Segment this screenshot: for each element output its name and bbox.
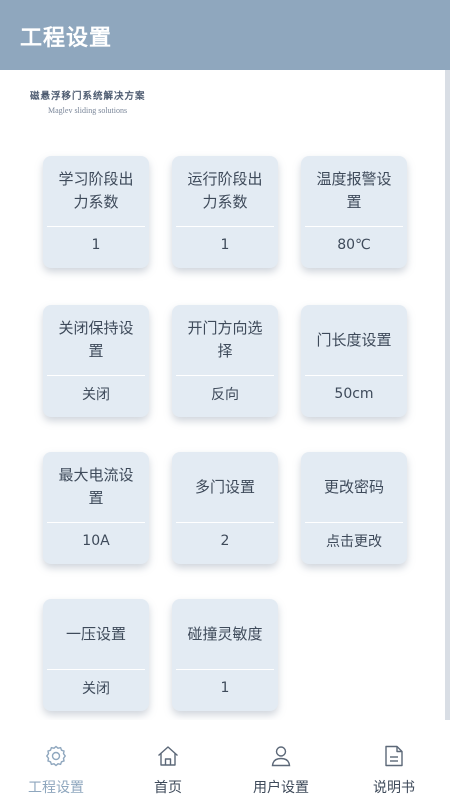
setting-value: 反向 — [211, 387, 239, 403]
nav-label: 说明书 — [373, 780, 415, 796]
setting-label: 学习阶段出力系数 — [58, 170, 134, 211]
setting-value: 点击更改 — [326, 534, 382, 550]
document-icon — [385, 745, 403, 767]
divider — [176, 522, 274, 523]
setting-value: 关闭 — [82, 387, 110, 403]
divider — [305, 375, 403, 376]
setting-label: 运行阶段出力系数 — [187, 170, 263, 211]
setting-card-press-setting[interactable]: 一压设置 关闭 — [43, 599, 149, 711]
divider — [176, 226, 274, 227]
setting-label: 关闭保持设置 — [58, 319, 134, 360]
setting-card-max-current[interactable]: 最大电流设置 10A — [43, 452, 149, 564]
setting-label: 开门方向选择 — [187, 319, 263, 360]
user-icon — [271, 746, 291, 767]
setting-value: 80℃ — [337, 237, 371, 253]
setting-label: 门长度设置 — [316, 330, 392, 349]
setting-card-running-force[interactable]: 运行阶段出力系数 1 — [172, 156, 278, 268]
setting-label: 更改密码 — [323, 477, 384, 496]
setting-value: 10A — [82, 533, 110, 549]
setting-value: 1 — [91, 237, 101, 253]
setting-card-close-hold[interactable]: 关闭保持设置 关闭 — [43, 305, 149, 417]
divider — [305, 226, 403, 227]
divider — [47, 226, 145, 227]
setting-card-open-direction[interactable]: 开门方向选择 反向 — [172, 305, 278, 417]
setting-label: 最大电流设置 — [58, 466, 134, 507]
setting-label: 一压设置 — [65, 624, 126, 643]
nav-item-manual[interactable]: 说明书 — [338, 720, 450, 800]
setting-label: 多门设置 — [194, 477, 255, 496]
divider — [176, 375, 274, 376]
nav-item-home[interactable]: 首页 — [112, 720, 224, 800]
setting-card-change-password[interactable]: 更改密码 点击更改 — [301, 452, 407, 564]
divider — [47, 522, 145, 523]
setting-value: 50cm — [334, 386, 374, 402]
setting-card-multi-door[interactable]: 多门设置 2 — [172, 452, 278, 564]
home-icon — [158, 746, 178, 766]
nav-item-engineering-settings[interactable]: 工程设置 — [0, 720, 112, 800]
setting-label: 碰撞灵敏度 — [187, 624, 263, 643]
divider — [176, 669, 274, 670]
setting-value: 1 — [220, 237, 230, 253]
setting-label: 温度报警设置 — [316, 170, 392, 211]
nav-label: 用户设置 — [253, 780, 309, 796]
setting-card-temperature-alarm[interactable]: 温度报警设置 80℃ — [301, 156, 407, 268]
settings-grid: 学习阶段出力系数 1 运行阶段出力系数 1 温度报警设置 80℃ 关闭保持设置 … — [0, 0, 450, 720]
divider — [47, 375, 145, 376]
setting-value: 2 — [220, 533, 230, 549]
setting-value: 关闭 — [82, 681, 110, 697]
bottom-nav: 工程设置 首页 用户设置 说明书 — [0, 720, 450, 800]
nav-label: 首页 — [154, 780, 182, 796]
nav-item-user-settings[interactable]: 用户设置 — [225, 720, 337, 800]
setting-card-door-length[interactable]: 门长度设置 50cm — [301, 305, 407, 417]
divider — [305, 522, 403, 523]
setting-card-collision-sensitivity[interactable]: 碰撞灵敏度 1 — [172, 599, 278, 711]
nav-label: 工程设置 — [28, 780, 84, 796]
setting-card-learning-force[interactable]: 学习阶段出力系数 1 — [43, 156, 149, 268]
divider — [47, 669, 145, 670]
setting-value: 1 — [220, 680, 230, 696]
gear-icon — [45, 745, 67, 767]
